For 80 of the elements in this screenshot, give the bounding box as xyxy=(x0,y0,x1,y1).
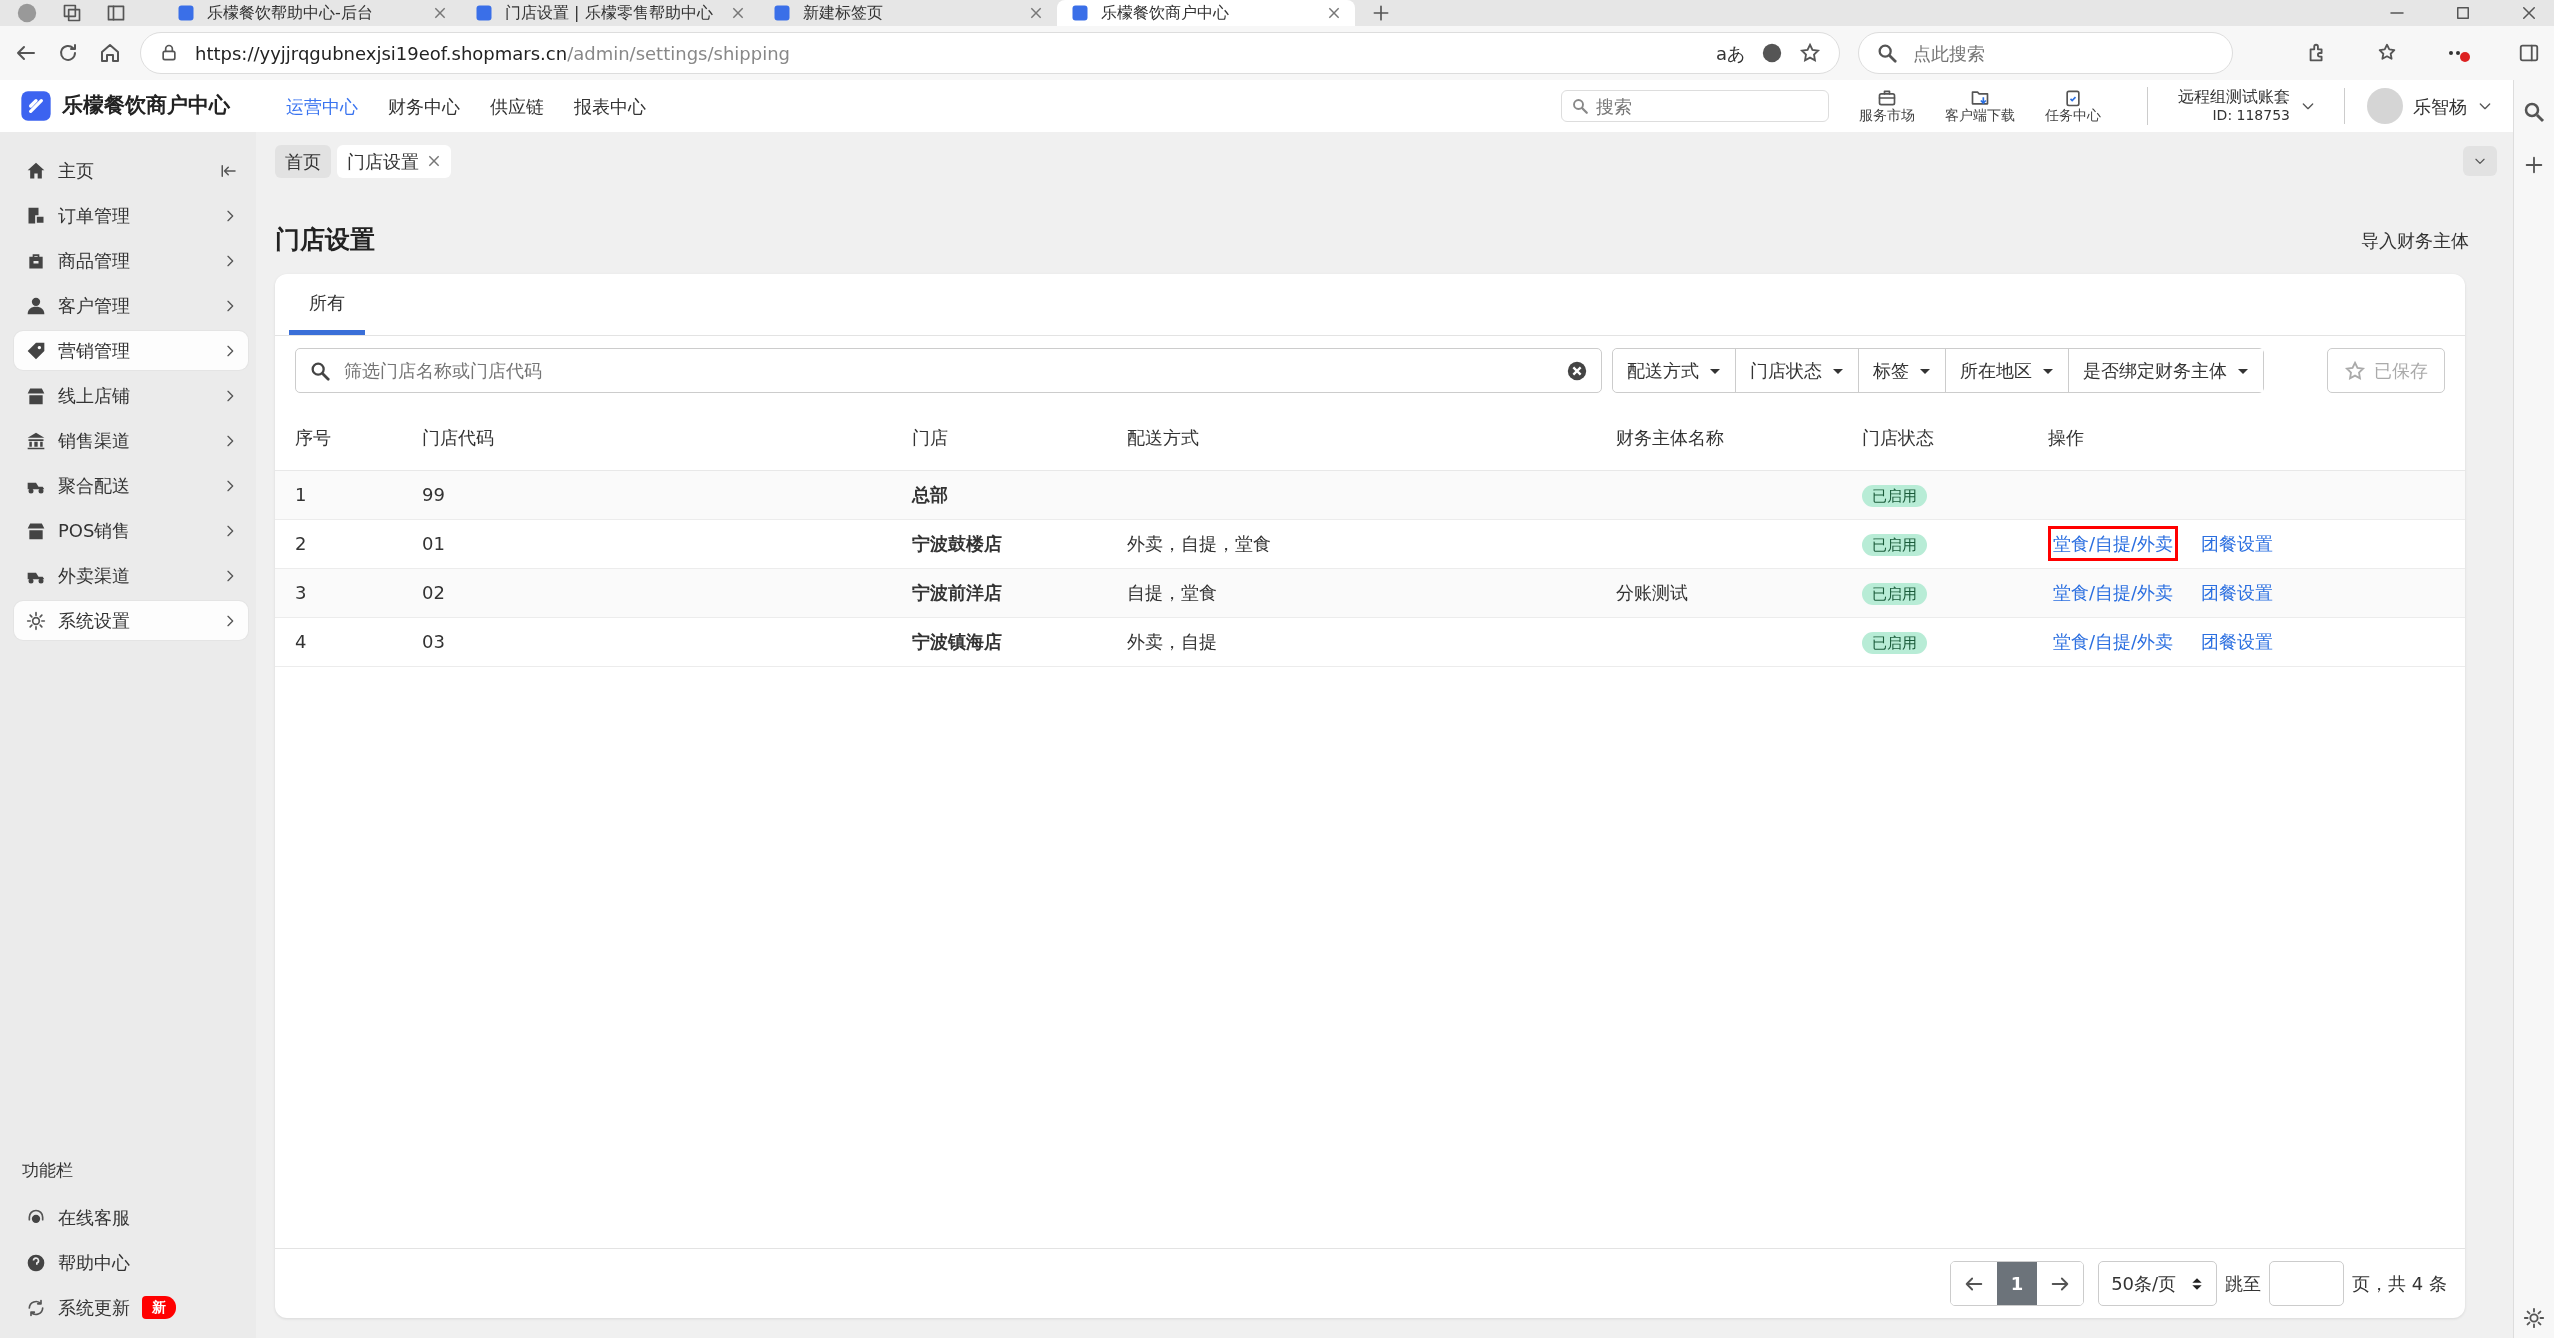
table-cell: 外卖，自提，堂食 xyxy=(1127,533,1271,554)
function-link[interactable]: 系统更新 新 xyxy=(14,1285,248,1330)
sidebar-item[interactable]: 订单管理 xyxy=(14,196,248,235)
column-header: 门店状态 xyxy=(1842,405,2028,470)
browser-tab[interactable]: 门店设置 | 乐檬零售帮助中心 xyxy=(461,0,759,26)
browser-tab[interactable]: 乐檬餐饮商户中心 xyxy=(1057,0,1355,26)
sidebar-item[interactable]: 系统设置 xyxy=(14,601,248,640)
user-name[interactable]: 乐智杨 xyxy=(2413,92,2467,120)
new-badge: 新 xyxy=(142,1296,176,1319)
table-cell: 1 xyxy=(295,484,307,505)
table-cell: 宁波鼓楼店 xyxy=(912,533,1002,554)
action-link[interactable]: 堂食/自提/外卖 xyxy=(2048,526,2179,561)
sidebar-item[interactable]: POS销售 xyxy=(14,511,248,550)
page-button[interactable]: 1 xyxy=(1997,1262,2038,1305)
nav-tab[interactable]: 供应链 xyxy=(490,92,544,120)
status-tag: 已启用 xyxy=(1862,583,1927,605)
table-cell: 宁波前洋店 xyxy=(912,582,1002,603)
nav-tab[interactable]: 财务中心 xyxy=(388,92,460,120)
filter-dropdown[interactable]: 是否绑定财务主体 xyxy=(2068,349,2263,392)
read-aloud-glyph[interactable]: aあ xyxy=(1715,39,1745,67)
nav-tab[interactable]: 运营中心 xyxy=(286,92,358,120)
column-header: 门店 xyxy=(892,405,1107,470)
sidebar-item[interactable]: 销售渠道 xyxy=(14,421,248,460)
table-cell: 3 xyxy=(295,582,307,603)
action-link[interactable]: 堂食/自提/外卖 xyxy=(2048,624,2179,659)
import-button[interactable]: 导入财务主体 xyxy=(2355,225,2475,255)
table-cell: 外卖，自提 xyxy=(1127,631,1217,652)
address-bar[interactable]: https://yyjjrqgubnexjsi19eof.shopmars.cn/admin/settings/shipping aあ xyxy=(140,32,1840,74)
browser-tab[interactable]: 新建标签页 xyxy=(759,0,1057,26)
account-id: ID: 118753 xyxy=(2212,107,2290,125)
page-title: 门店设置 xyxy=(275,225,375,255)
toolbar-button[interactable]: 服务市场 xyxy=(1859,88,1915,124)
url-text: https://yyjjrqgubnexjsi19eof.shopmars.cn/admin/settings/shipping xyxy=(195,41,791,66)
browser-search-field[interactable]: 点此搜索 xyxy=(1858,32,2233,74)
function-link[interactable]: 在线客服 xyxy=(14,1195,248,1240)
sidebar-item[interactable]: 商品管理 xyxy=(14,241,248,280)
jump-label: 跳至 xyxy=(2225,1272,2262,1296)
browser-tab[interactable]: 乐檬餐饮帮助中心-后台 xyxy=(163,0,461,26)
action-link[interactable]: 团餐设置 xyxy=(2196,575,2279,610)
table-cell: 自提，堂食 xyxy=(1127,582,1217,603)
status-tag: 已启用 xyxy=(1862,632,1927,654)
column-header: 操作 xyxy=(2028,405,2465,470)
sidebar-item[interactable]: 聚合配送 xyxy=(14,466,248,505)
toolbar-button[interactable]: 任务中心 xyxy=(2045,88,2101,124)
table-cell: 99 xyxy=(422,484,445,505)
function-link[interactable]: 帮助中心 xyxy=(14,1240,248,1285)
status-tag: 已启用 xyxy=(1862,485,1927,507)
nav-tab[interactable]: 报表中心 xyxy=(574,92,646,120)
app-title: 乐檬餐饮商户中心 xyxy=(62,92,230,120)
column-header: 序号 xyxy=(275,405,402,470)
search-field[interactable]: 搜索 xyxy=(1561,90,1829,122)
column-header: 门店代码 xyxy=(402,405,892,470)
filter-search-field[interactable]: 筛选门店名称或门店代码 xyxy=(295,348,1602,393)
table-cell: 分账测试 xyxy=(1616,582,1688,603)
status-tag: 已启用 xyxy=(1862,534,1927,556)
page-summary: 页，共 4 条 xyxy=(2352,1272,2447,1296)
sidebar-item[interactable]: 外卖渠道 xyxy=(14,556,248,595)
toolbar-button[interactable]: 客户端下载 xyxy=(1945,88,2015,124)
table-cell: 4 xyxy=(295,631,307,652)
sidebar-item[interactable]: 营销管理 xyxy=(14,331,248,370)
table-cell: 01 xyxy=(422,533,445,554)
action-link[interactable]: 团餐设置 xyxy=(2196,624,2279,659)
table-cell: 2 xyxy=(295,533,307,554)
sidebar-item[interactable]: 客户管理 xyxy=(14,286,248,325)
table-cell: 02 xyxy=(422,582,445,603)
section-title: 功能栏 xyxy=(21,1158,74,1182)
filter-tab[interactable]: 所有 xyxy=(289,274,365,335)
page-size-select[interactable]: 50条/页 xyxy=(2098,1261,2218,1306)
sidebar-item[interactable]: 主页 xyxy=(14,151,248,190)
action-link[interactable]: 团餐设置 xyxy=(2196,526,2279,561)
table-cell: 03 xyxy=(422,631,445,652)
account-name[interactable]: 远程组测试账套 xyxy=(2178,87,2290,108)
column-header: 财务主体名称 xyxy=(1596,405,1842,470)
breadcrumb-tab[interactable]: 首页 xyxy=(275,144,331,178)
sidebar-item[interactable]: 线上店铺 xyxy=(14,376,248,415)
table-cell: 宁波镇海店 xyxy=(912,631,1002,652)
action-link[interactable]: 堂食/自提/外卖 xyxy=(2048,575,2179,610)
breadcrumb-tab[interactable]: 门店设置 xyxy=(337,144,451,178)
table-cell: 总部 xyxy=(912,484,948,505)
column-header: 配送方式 xyxy=(1107,405,1596,470)
